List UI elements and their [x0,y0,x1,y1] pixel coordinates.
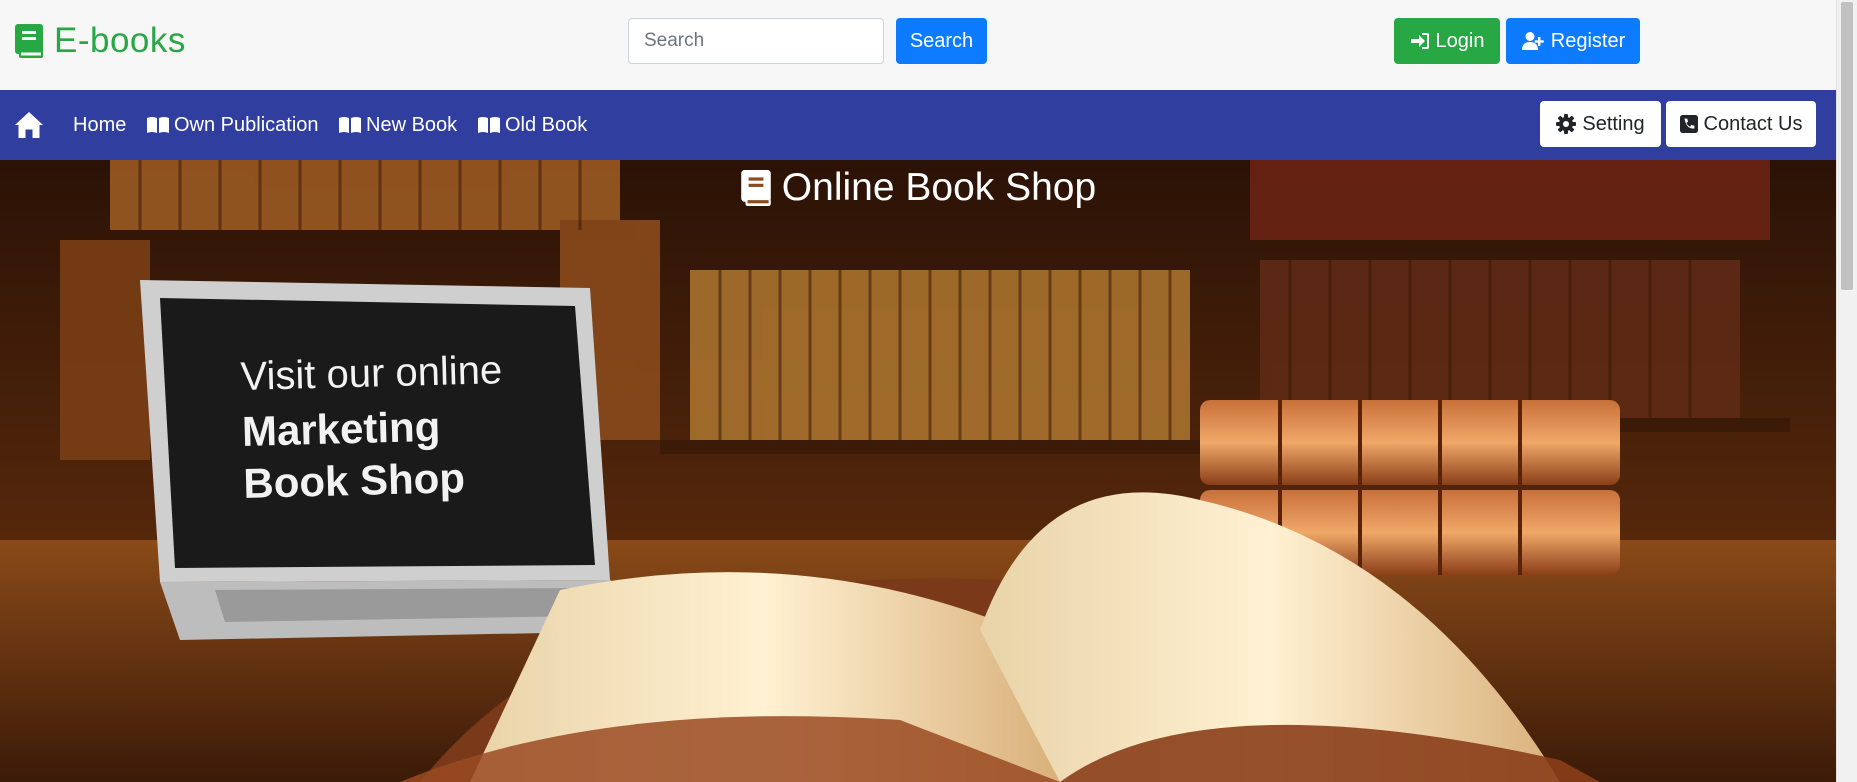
book-open-icon [339,117,361,133]
top-header: E-books Search Login Register [0,0,1836,90]
main-navbar: Home Own Publication New Book Old Book S… [0,90,1836,160]
scrollbar-thumb[interactable] [1841,2,1853,290]
nav-new-book-label: New Book [366,113,458,136]
contact-us-button-label: Contact Us [1703,112,1803,135]
phone-square-icon [1679,115,1698,133]
nav-old-book[interactable]: Old Book [477,90,587,160]
user-plus-icon [1521,32,1544,50]
screen-line-3: Book Shop [242,454,466,507]
hero-banner: Online Book Shop Visit our online Market… [0,160,1836,782]
screen-line-2: Marketing [241,402,441,455]
register-button[interactable]: Register [1506,18,1640,64]
nav-home-label: Home [73,113,127,136]
search-input[interactable] [628,18,884,64]
hero-title: Online Book Shop [0,160,1836,216]
login-button[interactable]: Login [1394,18,1500,64]
setting-button[interactable]: Setting [1540,101,1661,147]
nav-old-book-label: Old Book [505,113,588,136]
nav-own-publication[interactable]: Own Publication [146,90,319,160]
book-icon [741,170,771,206]
book-open-icon [147,117,169,133]
book-open-icon [478,117,500,133]
brand-name: E-books [54,21,186,60]
register-button-label: Register [1550,29,1626,52]
nav-home[interactable]: Home [73,90,126,160]
setting-button-label: Setting [1582,112,1645,135]
sign-in-icon [1410,33,1429,49]
gear-icon [1556,114,1577,134]
home-icon[interactable] [14,111,44,139]
screen-line-1: Visit our online [240,348,503,399]
search-button-label: Search [909,29,974,52]
hero-title-text: Online Book Shop [781,166,1097,209]
laptop-screen-text: Visit our online Marketing Book Shop [240,348,506,510]
contact-us-button[interactable]: Contact Us [1666,101,1816,147]
book-icon [15,24,43,58]
vertical-scrollbar[interactable] [1836,0,1857,782]
nav-new-book[interactable]: New Book [338,90,457,160]
nav-own-publication-label: Own Publication [174,113,319,136]
login-button-label: Login [1435,29,1485,52]
brand-logo[interactable]: E-books [14,20,186,62]
search-button[interactable]: Search [896,18,987,64]
